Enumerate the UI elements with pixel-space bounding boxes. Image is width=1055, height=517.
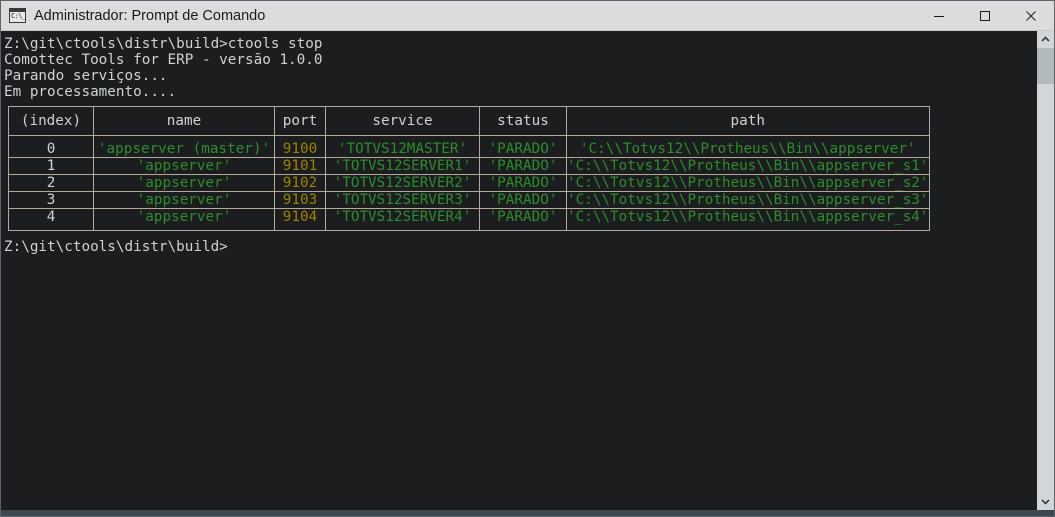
table-cell-port: 9103 (274, 191, 326, 209)
table-column-header: (index) (8, 106, 94, 136)
table-cell-status: 'PARADO' (479, 157, 567, 175)
table-column-header: service (325, 106, 480, 136)
table-cell-index: 3 (8, 191, 94, 209)
table-cell-status: 'PARADO' (479, 174, 567, 192)
table-cell-status: 'PARADO' (479, 208, 567, 231)
table-cell-port: 9100 (274, 135, 326, 158)
table-column-header: name (93, 106, 275, 136)
window-controls (916, 1, 1054, 30)
table-cell-index: 0 (8, 135, 94, 158)
table-cell-path: 'C:\\Totvs12\\Protheus\\Bin\\appserver_s… (566, 174, 930, 192)
chevron-up-icon (1041, 36, 1050, 42)
table-cell-index: 4 (8, 208, 94, 231)
table-cell-port: 9102 (274, 174, 326, 192)
command-prompt-window: C:\_ Administrador: Prompt de Comando Z:… (0, 0, 1055, 517)
table-column-header: status (479, 106, 567, 136)
table-cell-port: 9101 (274, 157, 326, 175)
console-icon: C:\_ (9, 8, 26, 23)
minimize-icon (934, 15, 944, 17)
window-bottom-edge (1, 510, 1054, 516)
chevron-down-icon (1041, 499, 1050, 505)
table-cell-path: 'C:\\Totvs12\\Protheus\\Bin\\appserver' (566, 135, 930, 158)
table-row: 1'appserver' 9101 'TOTVS12SERVER1' 'PARADO'… (8, 157, 930, 175)
console-line: Z:\git\ctools\distr\build>ctools stop (4, 36, 323, 52)
scroll-down-button[interactable] (1037, 493, 1054, 510)
table-cell-service: 'TOTVS12SERVER3' (325, 191, 480, 209)
table-cell-service: 'TOTVS12SERVER4' (325, 208, 480, 231)
post-table-output: Z:\git\ctools\distr\build> (4, 231, 1036, 255)
minimize-button[interactable] (916, 1, 962, 30)
table-cell-path: 'C:\\Totvs12\\Protheus\\Bin\\appserver_s… (566, 157, 930, 175)
pre-table-output: Z:\git\ctools\distr\build>ctools stop Com… (4, 33, 1036, 100)
table-row: 0'appserver (master)' 9100 'TOTVS12MASTER'… (8, 135, 930, 158)
table-body: 0'appserver (master)' 9100 'TOTVS12MASTER'… (8, 135, 930, 231)
console-area: Z:\git\ctools\distr\build>ctools stop Com… (1, 31, 1054, 510)
table-column-header: port (274, 106, 326, 136)
maximize-icon (980, 10, 990, 21)
console-line: Comottec Tools for ERP - versão 1.0.0 (4, 52, 323, 68)
title-bar[interactable]: C:\_ Administrador: Prompt de Comando (1, 1, 1054, 31)
table-cell-service: 'TOTVS12SERVER2' (325, 174, 480, 192)
table-cell-status: 'PARADO' (479, 135, 567, 158)
table-cell-name: 'appserver (master)' (93, 135, 275, 158)
close-icon (1026, 10, 1036, 21)
table-cell-index: 1 (8, 157, 94, 175)
table-cell-port: 9104 (274, 208, 326, 231)
scrollbar-thumb[interactable] (1037, 48, 1054, 84)
close-button[interactable] (1008, 1, 1054, 30)
table-row: 3'appserver' 9103 'TOTVS12SERVER3' 'PARADO'… (8, 191, 930, 209)
table-cell-name: 'appserver' (93, 208, 275, 231)
terminal-output[interactable]: Z:\git\ctools\distr\build>ctools stop Com… (1, 31, 1036, 510)
table-cell-status: 'PARADO' (479, 191, 567, 209)
table-cell-service: 'TOTVS12MASTER' (325, 135, 480, 158)
table-row: 2'appserver' 9102 'TOTVS12SERVER2' 'PARADO'… (8, 174, 930, 192)
window-title: Administrador: Prompt de Comando (34, 7, 266, 24)
table-cell-path: 'C:\\Totvs12\\Protheus\\Bin\\appserver_s… (566, 208, 930, 231)
table-cell-index: 2 (8, 174, 94, 192)
console-icon-text: C:\_ (11, 12, 26, 20)
table-cell-path: 'C:\\Totvs12\\Protheus\\Bin\\appserver_s… (566, 191, 930, 209)
maximize-button[interactable] (962, 1, 1008, 30)
console-prompt-line: Z:\git\ctools\distr\build> (4, 239, 228, 255)
table-row: 4'appserver' 9104 'TOTVS12SERVER4' 'PARADO'… (8, 208, 930, 231)
console-line: Em processamento.... (4, 84, 177, 100)
scrollbar-track[interactable] (1037, 48, 1054, 493)
table-header-row: (index) name port service status path (8, 106, 930, 136)
scrollbar[interactable] (1036, 31, 1054, 510)
services-table: (index) name port service status path 0'appse… (8, 106, 930, 231)
table-column-header: path (566, 106, 930, 136)
table-cell-name: 'appserver' (93, 174, 275, 192)
table-cell-name: 'appserver' (93, 157, 275, 175)
table-header: (index) name port service status path (8, 106, 930, 136)
console-line: Parando serviços... (4, 68, 168, 84)
table-cell-name: 'appserver' (93, 191, 275, 209)
scroll-up-button[interactable] (1037, 31, 1054, 48)
table-cell-service: 'TOTVS12SERVER1' (325, 157, 480, 175)
